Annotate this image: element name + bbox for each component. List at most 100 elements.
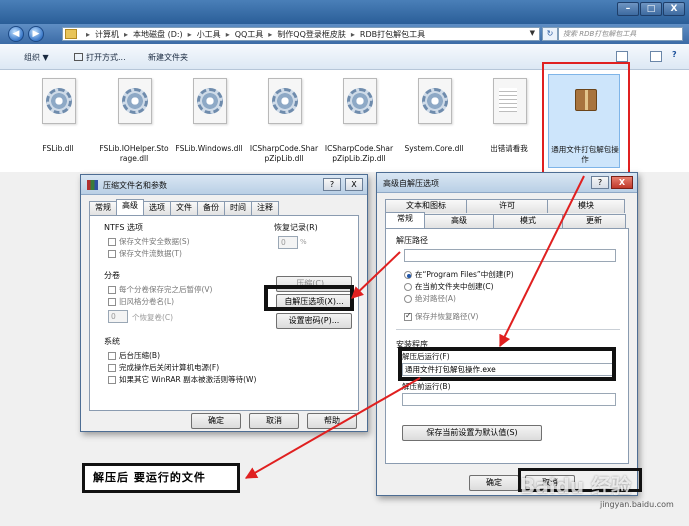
background-checkbox[interactable]: 后台压缩(B) bbox=[108, 350, 160, 361]
cancel-button[interactable]: 取消 bbox=[249, 413, 299, 429]
volume-group-label: 分卷 bbox=[104, 271, 120, 280]
gear-icon bbox=[264, 78, 306, 128]
watermark: Baidu 经验 bbox=[520, 474, 632, 498]
tab-general[interactable]: 常规 bbox=[385, 212, 425, 228]
help-icon[interactable]: ? bbox=[672, 50, 677, 59]
chevron-down-icon[interactable]: ▼ bbox=[530, 29, 535, 37]
file-name: ICSharpCode.SharpZipLib.dll bbox=[249, 144, 319, 163]
extract-path-input[interactable] bbox=[404, 249, 616, 262]
gear-icon bbox=[189, 78, 231, 128]
help-dialog-button[interactable]: 帮助 bbox=[307, 413, 357, 429]
tab-files[interactable]: 文件 bbox=[170, 201, 198, 215]
tab-update[interactable]: 更新 bbox=[562, 214, 626, 228]
file-item[interactable]: System.Core.dll bbox=[398, 74, 470, 168]
tab-text-icon[interactable]: 文本和图标 bbox=[385, 199, 467, 213]
run-before-input[interactable] bbox=[402, 393, 616, 406]
gear-icon bbox=[339, 78, 381, 128]
gear-icon bbox=[114, 78, 156, 128]
breadcrumb-item[interactable]: 计算机 bbox=[95, 29, 119, 40]
compress-button[interactable]: 压缩(C)... bbox=[276, 276, 352, 292]
absolute-path-radio[interactable]: 绝对路径(A) bbox=[404, 293, 456, 304]
ntfs-group-label: NTFS 选项 bbox=[104, 223, 143, 232]
tab-modules[interactable]: 模块 bbox=[547, 199, 625, 213]
view-options-icon[interactable] bbox=[616, 51, 628, 62]
breadcrumb-item[interactable]: RDB打包解包工具 bbox=[360, 29, 425, 40]
tab-comment[interactable]: 注释 bbox=[251, 201, 279, 215]
maximize-button[interactable]: □ bbox=[640, 2, 662, 16]
breadcrumb-item[interactable]: 小工具 bbox=[197, 29, 221, 40]
recovery-volumes-label: 个恢复卷(C) bbox=[132, 313, 174, 322]
preview-pane-icon[interactable] bbox=[650, 51, 662, 62]
file-item[interactable]: ICSharpCode.SharpZipLib.dll bbox=[248, 74, 320, 168]
file-item[interactable]: FSLib.Windows.dll bbox=[173, 74, 245, 168]
file-name: FSLib.Windows.dll bbox=[175, 144, 243, 153]
current-folder-radio[interactable]: 在当前文件夹中创建(C) bbox=[404, 281, 494, 292]
program-files-radio[interactable]: 在“Program Files”中创建(P) bbox=[404, 269, 514, 280]
save-security-checkbox[interactable]: 保存文件安全数据(S) bbox=[108, 236, 190, 247]
breadcrumb[interactable]: ▸ 计算机 ▸ 本地磁盘 (D:) ▸ 小工具 ▸ QQ工具 ▸ 制作QQ登录框… bbox=[62, 27, 540, 41]
file-item[interactable]: ICSharpCode.SharpZipLib.Zip.dll bbox=[323, 74, 395, 168]
close-button[interactable]: X bbox=[663, 2, 685, 16]
minimize-button[interactable]: – bbox=[617, 2, 639, 16]
recovery-volumes-input[interactable]: 0 bbox=[108, 310, 128, 323]
extract-path-label: 解压路径 bbox=[396, 236, 428, 245]
new-folder-button[interactable]: 新建文件夹 bbox=[148, 52, 188, 63]
save-streams-checkbox[interactable]: 保存文件流数据(T) bbox=[108, 248, 182, 259]
file-item[interactable]: 出错请看我 bbox=[473, 74, 545, 168]
tab-time[interactable]: 时间 bbox=[224, 201, 252, 215]
window-controls: – □ X bbox=[617, 2, 685, 16]
file-item-selected[interactable]: 通用文件打包解包操作 bbox=[548, 74, 620, 168]
text-document-icon bbox=[489, 78, 531, 128]
file-name: ICSharpCode.SharpZipLib.Zip.dll bbox=[324, 144, 394, 163]
recovery-record-input[interactable]: 0 bbox=[278, 236, 298, 249]
tab-mode[interactable]: 模式 bbox=[493, 214, 563, 228]
run-after-input[interactable]: 通用文件打包解包操作.exe bbox=[402, 363, 616, 376]
pause-volume-checkbox[interactable]: 每个分卷保存完之后暂停(V) bbox=[108, 284, 212, 295]
help-button[interactable]: ? bbox=[323, 178, 341, 191]
wait-winrar-checkbox[interactable]: 如果其它 WinRAR 副本被激活则等待(W) bbox=[108, 374, 256, 385]
file-list: FSLib.dll FSLib.IOHelper.Storage.dll FSL… bbox=[0, 70, 689, 172]
open-with-button[interactable]: 打开方式... bbox=[74, 52, 126, 63]
help-button[interactable]: ? bbox=[591, 176, 609, 189]
run-before-label: 解压前运行(B) bbox=[402, 382, 451, 391]
ok-button[interactable]: 确定 bbox=[191, 413, 241, 429]
tab-bar-back: 文本和图标 许可 模块 bbox=[385, 199, 625, 213]
organize-button[interactable]: 组织 ▼ bbox=[24, 52, 49, 63]
compress-dialog: 压缩文件名和参数 ? X 常规 高级 选项 文件 备份 时间 注释 NTFS 选… bbox=[80, 174, 368, 432]
percent-label: % bbox=[300, 238, 307, 246]
tab-options[interactable]: 选项 bbox=[143, 201, 171, 215]
general-panel: 解压路径 在“Program Files”中创建(P) 在当前文件夹中创建(C)… bbox=[385, 228, 629, 464]
gear-icon bbox=[38, 78, 80, 128]
file-item[interactable]: FSLib.IOHelper.Storage.dll bbox=[98, 74, 170, 168]
breadcrumb-item[interactable]: 制作QQ登录框皮肤 bbox=[277, 29, 346, 40]
shutdown-checkbox[interactable]: 完成操作后关闭计算机电源(F) bbox=[108, 362, 219, 373]
ok-button[interactable]: 确定 bbox=[469, 475, 519, 491]
refresh-button[interactable]: ↻ bbox=[542, 27, 558, 41]
old-style-names-checkbox[interactable]: 旧风格分卷名(L) bbox=[108, 296, 174, 307]
sfx-options-button[interactable]: 自解压选项(X)... bbox=[276, 294, 352, 310]
tab-backup[interactable]: 备份 bbox=[197, 201, 225, 215]
set-password-button[interactable]: 设置密码(P)... bbox=[276, 313, 352, 329]
breadcrumb-item[interactable]: QQ工具 bbox=[235, 29, 264, 40]
tab-advanced[interactable]: 高级 bbox=[116, 199, 144, 215]
system-group-label: 系统 bbox=[104, 337, 120, 346]
close-button[interactable]: X bbox=[345, 178, 363, 191]
breadcrumb-item[interactable]: 本地磁盘 (D:) bbox=[133, 29, 183, 40]
window-title-bar: – □ X bbox=[0, 0, 689, 24]
back-button[interactable]: ◀ bbox=[8, 26, 24, 42]
close-button[interactable]: X bbox=[611, 176, 633, 189]
save-restore-path-checkbox[interactable]: 保存并恢复路径(V) bbox=[404, 311, 478, 322]
search-input[interactable]: 搜索 RDB打包解包工具 bbox=[558, 27, 683, 41]
sfx-dialog: 高级自解压选项 ? X 文本和图标 许可 模块 常规 高级 模式 更新 解压路径… bbox=[376, 172, 638, 496]
winrar-icon bbox=[87, 180, 98, 190]
tab-advanced[interactable]: 高级 bbox=[424, 214, 494, 228]
advanced-panel: NTFS 选项 保存文件安全数据(S) 保存文件流数据(T) 恢复记录(R) 0… bbox=[89, 215, 359, 411]
file-item[interactable]: FSLib.dll bbox=[22, 74, 94, 168]
run-after-label: 解压后运行(F) bbox=[402, 352, 450, 361]
command-bar: 组织 ▼ 打开方式... 新建文件夹 ? bbox=[0, 44, 689, 70]
tab-license[interactable]: 许可 bbox=[466, 199, 548, 213]
save-default-button[interactable]: 保存当前设置为默认值(S) bbox=[402, 425, 542, 441]
tab-general[interactable]: 常规 bbox=[89, 201, 117, 215]
forward-button[interactable]: ▶ bbox=[28, 26, 44, 42]
folder-icon bbox=[65, 29, 77, 39]
